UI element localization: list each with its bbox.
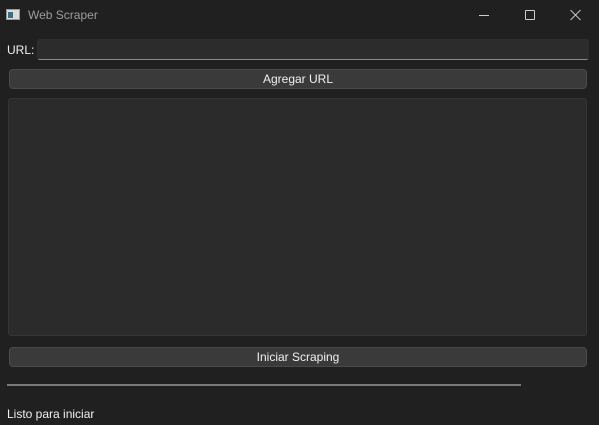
title-bar[interactable]: Web Scraper xyxy=(0,0,599,30)
progress-bar xyxy=(7,384,521,386)
close-icon xyxy=(570,9,582,21)
window-title: Web Scraper xyxy=(28,8,98,22)
add-url-button-label: Agregar URL xyxy=(262,72,334,86)
start-scraping-button[interactable]: Iniciar Scraping xyxy=(9,347,587,367)
url-input[interactable] xyxy=(37,39,589,60)
app-window-icon xyxy=(6,9,20,20)
minimize-icon xyxy=(479,14,489,16)
start-scraping-button-label: Iniciar Scraping xyxy=(256,350,340,364)
maximize-icon xyxy=(525,10,535,20)
url-label: URL: xyxy=(7,43,35,57)
url-list[interactable] xyxy=(8,98,587,336)
close-button[interactable] xyxy=(553,0,599,30)
maximize-button[interactable] xyxy=(507,0,553,30)
add-url-button[interactable]: Agregar URL xyxy=(9,69,587,89)
minimize-button[interactable] xyxy=(461,0,507,30)
status-label: Listo para iniciar xyxy=(7,407,95,421)
app-window: Web Scraper URL: Agregar URL Iniciar Scr… xyxy=(0,0,599,425)
